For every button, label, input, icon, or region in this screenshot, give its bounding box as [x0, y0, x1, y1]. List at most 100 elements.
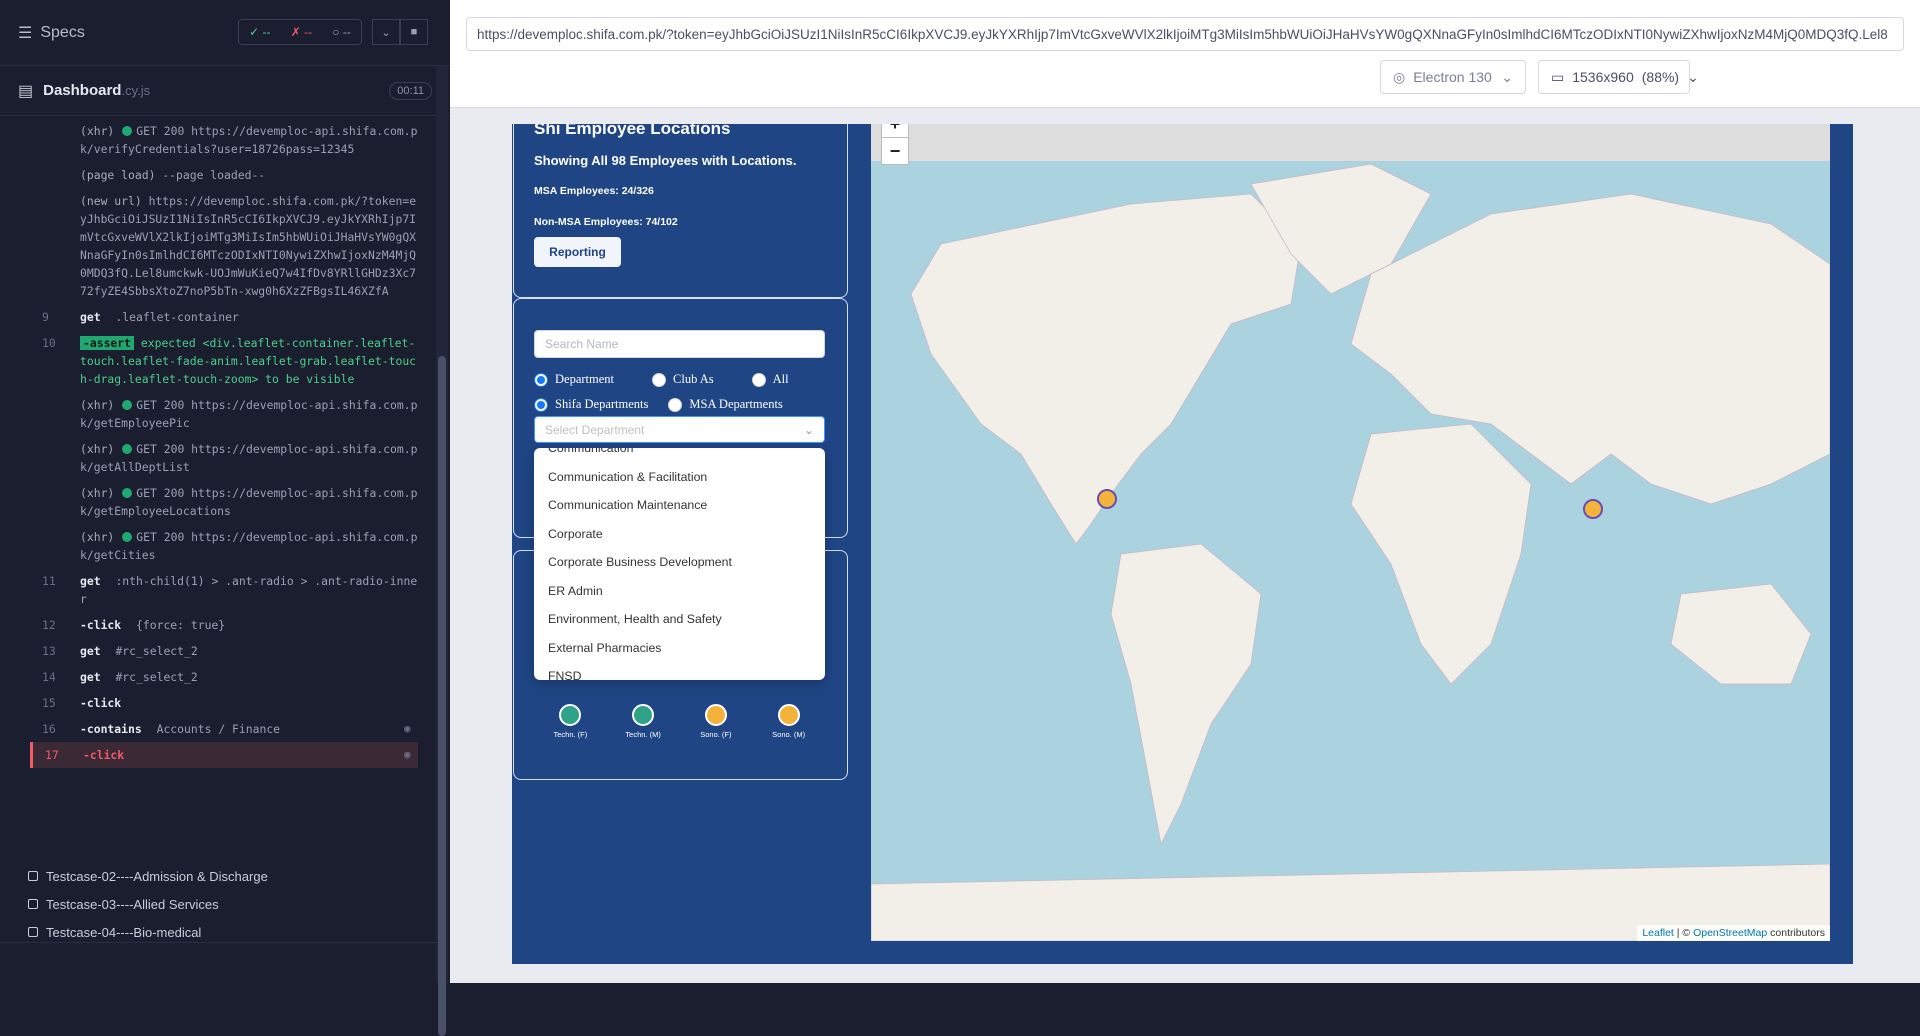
- zoom-in-button[interactable]: +: [881, 124, 909, 138]
- dropdown-option[interactable]: FNSD: [534, 662, 825, 680]
- log-detail: #rc_select_2: [115, 670, 198, 684]
- test-item[interactable]: Testcase-02----Admission & Discharge: [28, 862, 268, 890]
- test-label: Testcase-02----Admission & Discharge: [46, 868, 268, 884]
- log-line-body: get :nth-child(1) > .ant-radio > .ant-ra…: [80, 572, 418, 608]
- status-dot-icon: [122, 126, 133, 136]
- log-line[interactable]: 11 get :nth-child(1) > .ant-radio > .ant-…: [30, 568, 418, 612]
- log-detail: Accounts / Finance: [156, 722, 281, 736]
- chevron-down-icon: ⌄: [1687, 68, 1699, 85]
- employee-marker-usa[interactable]: [1097, 489, 1117, 509]
- radio-shifa-departments[interactable]: [534, 397, 548, 412]
- log-line-number: [30, 484, 80, 520]
- dropdown-option[interactable]: Corporate Business Development: [534, 548, 825, 577]
- search-input[interactable]: Search Name: [534, 330, 825, 358]
- south-america: [1110, 543, 1262, 846]
- log-line-body: (xhr) GET 200 https://devemploc-api.shifa…: [80, 396, 418, 432]
- dropdown-option[interactable]: Communication: [534, 448, 825, 463]
- leaflet-link[interactable]: Leaflet: [1642, 927, 1674, 939]
- radio-msa-departments[interactable]: [668, 397, 683, 412]
- test-status-icon: [28, 927, 38, 937]
- log-command: (xhr): [80, 398, 115, 412]
- pin-eye-icon[interactable]: ◉: [404, 720, 418, 738]
- log-line-number: [30, 528, 80, 564]
- log-detail: #rc_select_2: [115, 644, 198, 658]
- msa-count: MSA Employees: 24/326: [534, 185, 654, 197]
- log-line[interactable]: 10 -assert expected <div.leaflet-containe…: [30, 330, 418, 392]
- status-dot-icon: [122, 488, 133, 498]
- log-command: (page load): [80, 168, 156, 182]
- log-line[interactable]: 17 -click ◉: [30, 742, 418, 768]
- browser-selector[interactable]: ◎ Electron 130 ⌄: [1380, 60, 1526, 94]
- australia: [1670, 583, 1812, 685]
- log-line[interactable]: (xhr) GET 200 https://devemploc-api.shifa…: [30, 118, 418, 162]
- log-line[interactable]: 14 get #rc_select_2: [30, 664, 418, 690]
- log-line[interactable]: (xhr) GET 200 https://devemploc-api.shifa…: [30, 480, 418, 524]
- log-line-body: (page load) --page loaded--: [80, 166, 418, 184]
- avatar-legend-item: Sono. (F): [686, 704, 746, 739]
- viewport-selector[interactable]: ▭ 1536x960 (88%) ⌄: [1538, 60, 1699, 94]
- reporting-button[interactable]: Reporting: [534, 237, 621, 267]
- url-field[interactable]: https://devemploc.shifa.com.pk/?token=ey…: [466, 17, 1904, 51]
- avatar-legend-item: Sono. (M): [759, 704, 819, 739]
- chevron-down-icon: ⌄: [1501, 68, 1513, 85]
- log-detail: :nth-child(1) > .ant-radio > .ant-radio-…: [80, 574, 418, 606]
- log-line-body: -contains Accounts / Finance: [80, 720, 404, 738]
- dropdown-option[interactable]: External Pharmacies: [534, 634, 825, 663]
- leaflet-map[interactable]: + − Leaflet | © OpenStreetMap contributo…: [871, 124, 1830, 941]
- log-scrollbar[interactable]: [436, 66, 448, 1036]
- showing-text: Showing All 98 Employees with Locations.: [534, 153, 797, 168]
- scrollbar-thumb[interactable]: [438, 356, 446, 1036]
- log-command: get: [80, 644, 101, 658]
- log-line-number: 13: [42, 644, 56, 658]
- log-line-body: -click {force: true}: [80, 616, 418, 634]
- log-line[interactable]: 13 get #rc_select_2: [30, 638, 418, 664]
- log-line[interactable]: (xhr) GET 200 https://devemploc-api.shifa…: [30, 436, 418, 480]
- log-line[interactable]: (new url) https://devemploc.shifa.com.pk…: [30, 188, 418, 304]
- dropdown-option[interactable]: Environment, Health and Safety: [534, 605, 825, 634]
- employee-marker-pakistan[interactable]: [1583, 499, 1603, 519]
- pin-eye-icon[interactable]: ◉: [404, 746, 418, 764]
- zoom-out-button[interactable]: −: [881, 137, 909, 165]
- test-stats: ✓ -- ✗ -- ○ --: [238, 19, 362, 45]
- summary-card: Shi Employee Locations Showing All 98 Em…: [513, 124, 848, 298]
- passed-count: ✓ --: [249, 25, 271, 39]
- avatar-icon: [777, 704, 800, 726]
- log-line[interactable]: 12 -click {force: true}: [30, 612, 418, 638]
- radio-all[interactable]: [751, 372, 766, 387]
- log-line-body: -assert expected <div.leaflet-container.…: [80, 334, 418, 388]
- log-line[interactable]: (xhr) GET 200 https://devemploc-api.shifa…: [30, 524, 418, 568]
- test-status-icon: [28, 899, 38, 909]
- dropdown-option[interactable]: Corporate: [534, 520, 825, 549]
- log-line[interactable]: 15 -click: [30, 690, 418, 716]
- test-list: Testcase-02----Admission & Discharge Test…: [28, 862, 268, 946]
- test-item[interactable]: Testcase-03----Allied Services: [28, 890, 268, 918]
- radio-department[interactable]: [534, 372, 548, 387]
- log-line[interactable]: (xhr) GET 200 https://devemploc-api.shifa…: [30, 392, 418, 436]
- department-dropdown[interactable]: Communication Communication & Facilitatio…: [534, 448, 825, 680]
- dropdown-option[interactable]: Communication Maintenance: [534, 491, 825, 520]
- log-line[interactable]: 16 -contains Accounts / Finance ◉: [30, 716, 418, 742]
- avatar-legend-item: Techn. (M): [613, 704, 673, 739]
- osm-link[interactable]: OpenStreetMap: [1693, 927, 1767, 939]
- status-dot-icon: [122, 444, 133, 454]
- app-under-test: https://devemploc.shifa.com.pk/?token=ey…: [450, 0, 1920, 983]
- specs-toggle[interactable]: ☰ Specs: [18, 23, 85, 43]
- pending-count: ○ --: [332, 25, 351, 39]
- department-select[interactable]: Select Department ⌄: [534, 416, 825, 443]
- avatar-icon: [704, 704, 727, 726]
- log-line-body: -click: [80, 694, 418, 712]
- log-line[interactable]: (page load) --page loaded--: [30, 162, 418, 188]
- stop-button[interactable]: ■: [400, 19, 428, 45]
- log-line-number: 11: [42, 574, 56, 588]
- log-line-number: [30, 440, 80, 476]
- spec-file-icon: ▤: [18, 82, 34, 100]
- log-line-body: get #rc_select_2: [80, 668, 418, 686]
- log-command: (xhr): [80, 124, 115, 138]
- radio-club-as[interactable]: [652, 372, 667, 387]
- avatar-label: Sono. (M): [772, 730, 806, 739]
- dropdown-option[interactable]: Communication & Facilitation: [534, 463, 825, 492]
- dropdown-chevron-button[interactable]: ⌄: [372, 19, 400, 45]
- log-line[interactable]: 9 get .leaflet-container: [30, 304, 418, 330]
- dropdown-option[interactable]: ER Admin: [534, 577, 825, 606]
- department-source-radios: Shifa Departments MSA Departments: [534, 397, 783, 412]
